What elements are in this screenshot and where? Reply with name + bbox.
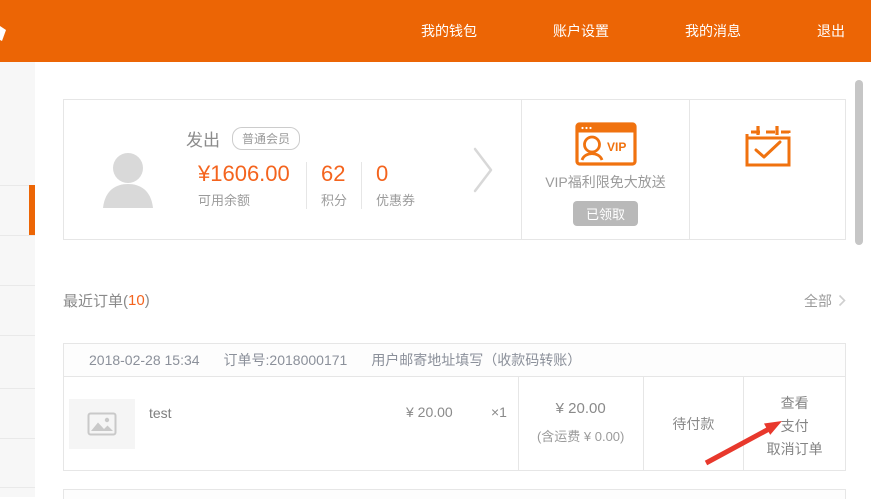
nav-logout[interactable]: 退出 — [817, 21, 845, 41]
view-all-label: 全部 — [804, 291, 832, 311]
recent-orders-count: 10 — [128, 292, 145, 309]
coupons-value: 0 — [376, 162, 415, 186]
user-info-card: 发出 普通会员 ¥1606.00 可用余额 62 积分 0 优惠券 — [63, 99, 846, 240]
nav-my-wallet[interactable]: 我的钱包 — [421, 21, 477, 41]
sidebar-divider — [0, 438, 35, 439]
balance-value: ¥1606.00 — [198, 162, 294, 186]
chevron-right-icon[interactable] — [472, 146, 494, 194]
order-actions-cell: 查看 支付 取消订单 — [743, 377, 845, 471]
stat-points[interactable]: 62 积分 — [306, 162, 361, 209]
nav-account-settings[interactable]: 账户设置 — [553, 21, 609, 41]
sidebar-divider — [0, 235, 35, 236]
order-body-row: test ¥ 20.00 ×1 ¥ 20.00 (含运费 ¥ 0.00) 待付款… — [64, 377, 845, 471]
site-logo-partial — [0, 24, 10, 44]
coupons-label: 优惠券 — [376, 190, 415, 209]
action-view-order[interactable]: 查看 — [744, 392, 845, 415]
action-cancel-order[interactable]: 取消订单 — [744, 438, 845, 461]
vertical-scrollbar-thumb[interactable] — [855, 80, 863, 245]
order-total-amount: ¥ 20.00 — [519, 400, 643, 417]
vip-promo-title: VIP福利限免大放送 — [545, 172, 666, 192]
user-avatar[interactable] — [102, 150, 154, 208]
order-card: 2018-02-28 15:34 订单号:2018000171 用户邮寄地址填写… — [63, 343, 846, 471]
order-number: 订单号:2018000171 — [224, 350, 348, 370]
sidebar-active-indicator — [29, 185, 35, 235]
vip-browser-icon: VIP — [575, 122, 637, 166]
username: 发出 — [186, 126, 220, 151]
claimed-badge[interactable]: 已领取 — [573, 201, 638, 226]
stat-coupons[interactable]: 0 优惠券 — [361, 162, 429, 209]
points-label: 积分 — [321, 190, 347, 209]
sidebar-divider — [0, 388, 35, 389]
sidebar-divider — [0, 487, 35, 488]
vip-icon-text: VIP — [607, 140, 626, 154]
recent-orders-title-close: ) — [145, 292, 150, 309]
action-pay-order[interactable]: 支付 — [744, 415, 845, 438]
recent-orders-title: 最近订单( — [63, 290, 128, 311]
chevron-right-small-icon — [838, 294, 846, 307]
product-price: ¥ 20.00 — [406, 404, 453, 420]
order-item-cell: test ¥ 20.00 ×1 — [64, 377, 518, 471]
order-time: 2018-02-28 15:34 — [89, 352, 200, 368]
calendar-check-icon[interactable] — [744, 124, 792, 168]
order-shipping-note: (含运费 ¥ 0.00) — [519, 426, 643, 445]
left-sidebar-partial — [0, 62, 35, 497]
balance-label: 可用余额 — [198, 190, 292, 209]
next-order-card-partial — [63, 489, 846, 499]
vip-promo-section: VIP VIP福利限免大放送 已领取 — [521, 100, 689, 239]
member-level-badge: 普通会员 — [232, 127, 300, 150]
checkin-section — [689, 100, 845, 239]
sidebar-divider — [0, 335, 35, 336]
user-summary-section: 发出 普通会员 ¥1606.00 可用余额 62 积分 0 优惠券 — [64, 100, 521, 239]
order-total-cell: ¥ 20.00 (含运费 ¥ 0.00) — [518, 377, 643, 471]
view-all-orders-link[interactable]: 全部 — [804, 291, 846, 311]
user-name-row: 发出 普通会员 — [186, 126, 300, 151]
product-name[interactable]: test — [149, 405, 172, 421]
image-placeholder-icon — [87, 412, 117, 436]
sidebar-divider — [0, 285, 35, 286]
order-header-row: 2018-02-28 15:34 订单号:2018000171 用户邮寄地址填写… — [64, 344, 845, 377]
product-quantity: ×1 — [491, 404, 507, 420]
top-navigation: 我的钱包 账户设置 我的消息 退出 — [421, 0, 845, 62]
order-status: 待付款 — [672, 414, 714, 434]
points-value: 62 — [321, 162, 347, 186]
stat-balance[interactable]: ¥1606.00 可用余额 — [186, 162, 306, 209]
nav-my-messages[interactable]: 我的消息 — [685, 21, 741, 41]
account-stats: ¥1606.00 可用余额 62 积分 0 优惠券 — [186, 162, 429, 209]
product-thumbnail[interactable] — [69, 399, 135, 449]
top-header-bar: 我的钱包 账户设置 我的消息 退出 — [0, 0, 871, 62]
order-status-cell: 待付款 — [643, 377, 744, 471]
recent-orders-header: 最近订单(10) 全部 — [63, 290, 846, 311]
order-note: 用户邮寄地址填写（收款码转账） — [371, 350, 581, 370]
